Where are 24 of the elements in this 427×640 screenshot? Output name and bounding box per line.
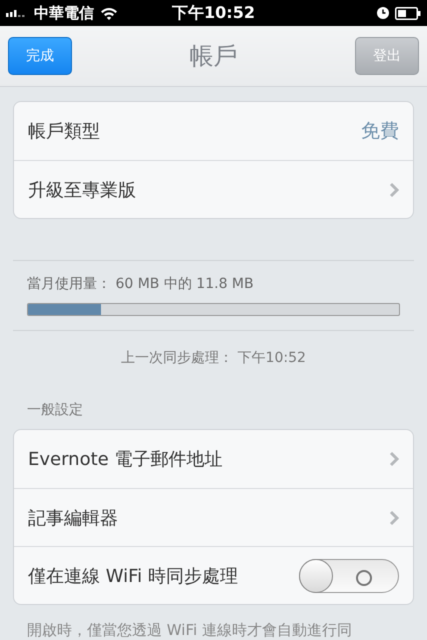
status-time: 下午10:52 (172, 2, 255, 24)
chevron-icon (389, 510, 399, 526)
row-value: 免費 (361, 119, 399, 144)
window-title: 帳戶 (190, 41, 238, 72)
footer-note: 開啟時，僅當您透過 WiFi 連線時才會自動進行同 (26, 621, 353, 640)
usage-text: 當月使用量： 60 MB 中的 11.8 MB (27, 275, 255, 293)
settings-row[interactable]: 升級至專業版 (14, 160, 413, 218)
row-label: 僅在連線 WiFi 時同步處理 (28, 564, 238, 588)
row-label: 升級至專業版 (28, 178, 136, 202)
carrier-name: 中華電信 (34, 4, 94, 22)
last-sync-text: 上一次同步處理： 下午10:52 (120, 349, 307, 367)
battery-icon (395, 6, 421, 20)
row-label: 帳戶類型 (28, 120, 100, 143)
settings-row[interactable]: 記事編輯器 (14, 488, 413, 546)
settings-row[interactable]: Evernote 電子郵件地址 (14, 430, 413, 488)
clock-icon (377, 7, 389, 19)
settings-row[interactable]: 僅在連線 WiFi 時同步處理 (14, 546, 413, 604)
row-label: Evernote 電子郵件地址 (28, 448, 222, 471)
chevron-icon (389, 182, 399, 198)
row-label: 記事編輯器 (28, 506, 118, 530)
section-header: 一般設定 (26, 401, 84, 419)
chevron-icon (389, 451, 399, 467)
toggle-switch[interactable] (299, 558, 399, 592)
wifi-icon (100, 6, 118, 20)
